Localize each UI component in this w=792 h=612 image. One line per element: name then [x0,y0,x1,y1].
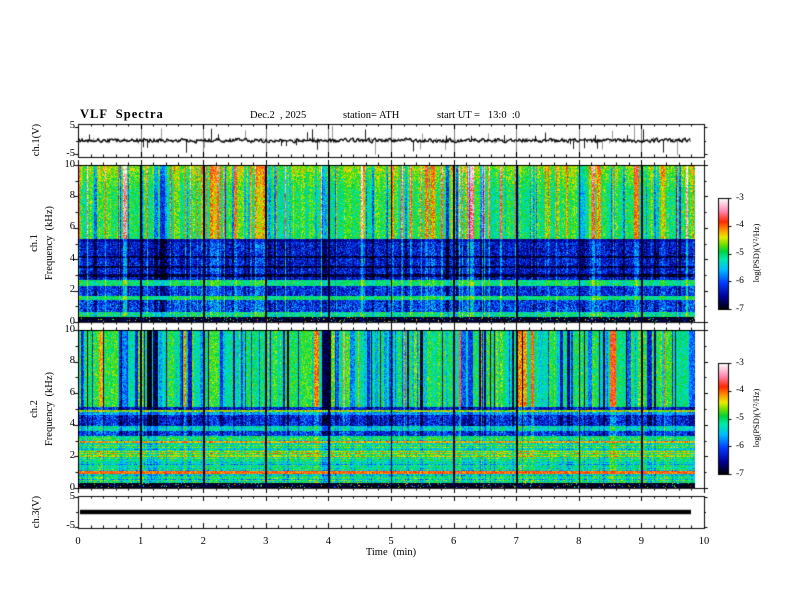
x-tick-label: 4 [325,536,332,547]
figure-date: Dec.2 , 2025 [250,110,307,121]
colorbar2-label: log(PSD)(V²/Hz) [750,388,761,448]
x-tick-label: 0 [75,536,81,547]
y-tick-label: 4 [69,252,75,264]
spec2-frequency-axis-label: Frequency (kHz) [43,371,55,447]
ch1-spectrogram-canvas [78,165,704,322]
x-tick-label: 3 [263,536,269,547]
y-tick-label: -5 [66,520,75,532]
colorbar-tick-label: -5 [736,413,744,423]
colorbar-tick-label: -6 [736,440,744,451]
y-tick-label: -5 [66,147,75,159]
y-tick-label: 10 [64,158,76,170]
x-tick-label: 10 [698,536,710,547]
y-tick-label: 8 [69,355,75,367]
x-tick-label: 1 [137,536,144,547]
spec1-frequency-axis-label: Frequency (kHz) [43,205,55,281]
time-axis-label: Time (min) [365,547,417,558]
colorbar-tick-label: -7 [736,468,744,479]
colorbar-tick-label: -6 [736,275,744,286]
x-tick-label: 6 [450,536,457,547]
figure-title: VLF Spectra [80,107,164,121]
colorbar-tick-label: -7 [736,303,744,314]
y-tick-label: 6 [69,221,75,233]
y-tick-label: 10 [64,323,76,335]
colorbar-tick-label: -3 [736,357,744,368]
x-tick-label: 8 [576,536,582,547]
y-tick-label: 2 [69,284,75,296]
figure-station: station= ATH [343,110,400,121]
colorbar-tick-label: -4 [736,385,744,396]
y-tick-label: 6 [69,386,75,398]
colorbar1-label: log(PSD)(V²/Hz) [750,223,761,283]
ch2-spectrogram-canvas [78,330,704,488]
x-tick-label: 7 [513,536,519,547]
ch3-voltage-axis-label: ch.3(V) [30,495,42,529]
vlf-spectra-figure: VLF Spectra Dec.2 , 2025 station= ATH st… [0,0,792,612]
x-tick-label: 9 [638,536,645,547]
y-tick-label: 2 [69,449,75,461]
y-tick-label: 5 [69,120,75,132]
colorbar-tick-label: -5 [736,248,744,258]
ch1-waveform-canvas [78,124,704,157]
spec2-channel-label: ch.2 [28,400,40,418]
x-tick-label: 5 [388,536,394,547]
y-tick-label: 8 [69,189,75,201]
ch3-waveform-canvas [78,496,704,528]
y-tick-label: 4 [69,418,75,430]
figure-start-ut: start UT = 13:0 :0 [437,110,521,121]
colorbar-tick-label: -3 [736,192,744,203]
x-tick-label: 2 [200,536,206,547]
y-tick-label: 5 [69,490,75,502]
spec1-channel-label: ch.1 [28,234,40,252]
colorbar-tick-label: -4 [736,220,744,231]
ch1-voltage-axis-label: ch.1(V) [30,123,42,157]
